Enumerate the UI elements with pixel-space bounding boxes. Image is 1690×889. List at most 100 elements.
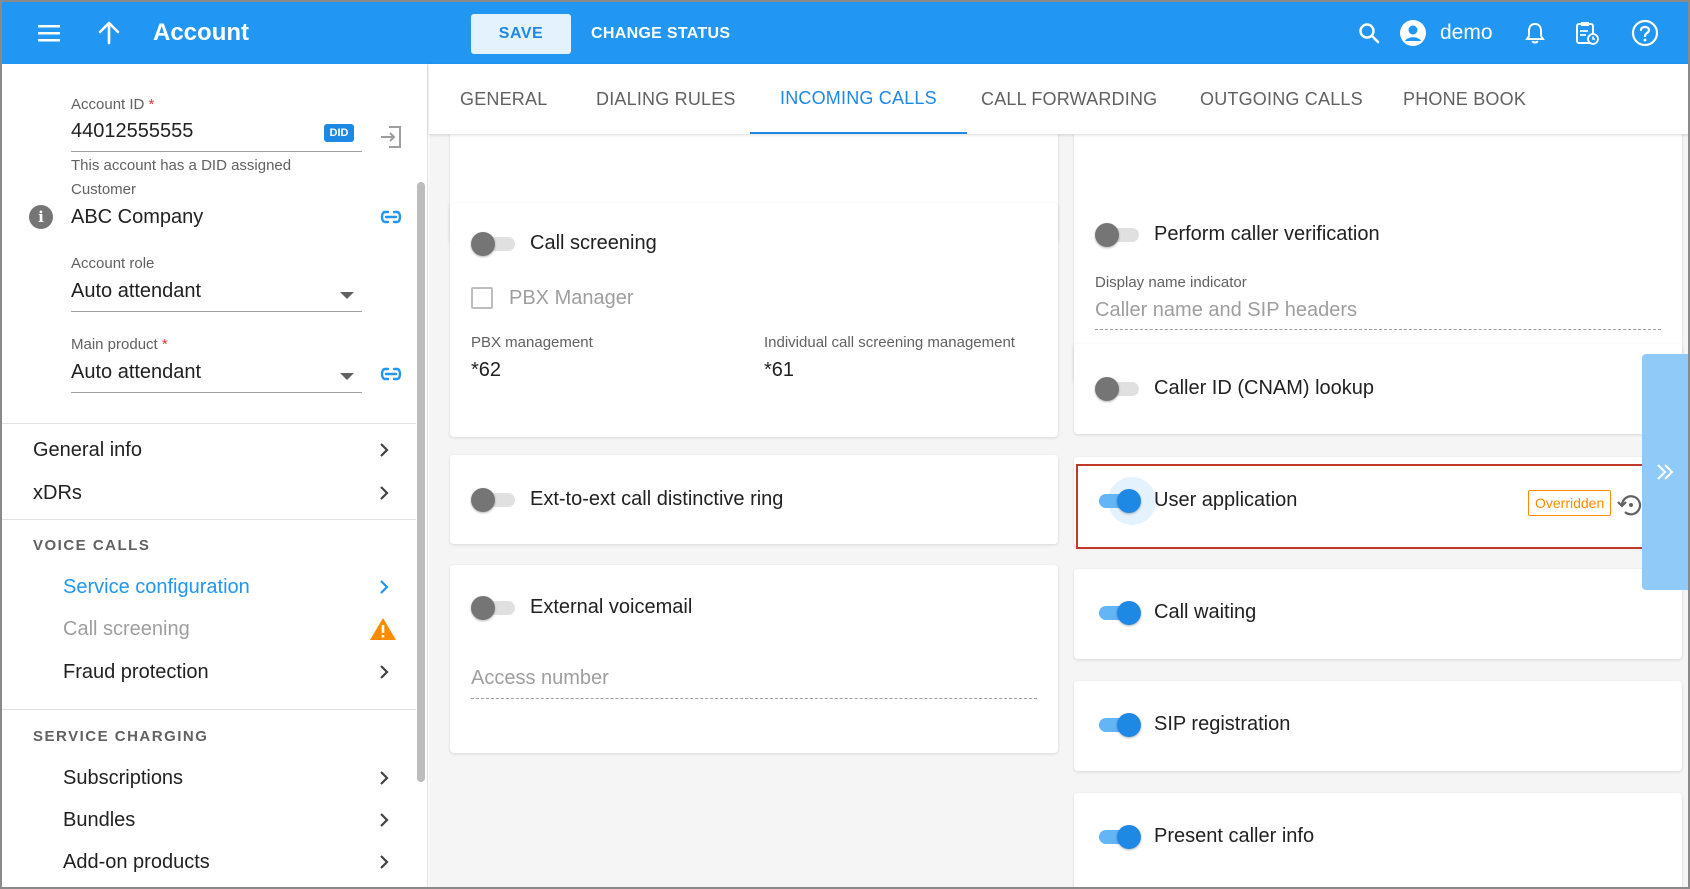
main-product-dropdown-icon[interactable]: [340, 368, 354, 380]
pbx-management-label: PBX management: [471, 334, 593, 351]
bell-icon[interactable]: [1520, 18, 1550, 48]
tab-dialing-rules[interactable]: DIALING RULES: [596, 64, 736, 134]
sidebar-item-label: General info: [33, 438, 142, 461]
main-product-label: Main product *: [71, 336, 168, 353]
chevron-right-icon: [380, 486, 389, 500]
chevron-right-icon: [380, 813, 389, 827]
main-product-link-icon[interactable]: [378, 364, 404, 384]
warning-icon: [370, 618, 396, 640]
double-chevron-right-icon: [1657, 464, 1674, 480]
individual-screening-label: Individual call screening management: [764, 334, 1015, 351]
display-name-indicator-underline: [1095, 329, 1661, 330]
account-id-hint: This account has a DID assigned: [71, 157, 292, 174]
call-waiting-card: Call waiting: [1074, 569, 1682, 659]
sidebar-divider: [2, 519, 416, 520]
sidebar-item-label: Fraud protection: [63, 660, 209, 683]
distinctive-ring-toggle[interactable]: [471, 488, 517, 512]
pbx-manager-label: PBX Manager: [509, 287, 634, 309]
sip-registration-title: SIP registration: [1154, 713, 1291, 735]
login-icon[interactable]: [378, 124, 404, 150]
cnam-lookup-toggle[interactable]: [1095, 377, 1141, 401]
pbx-management-value: *62: [471, 359, 502, 381]
top-app-bar: Account SAVE CHANGE STATUS demo: [2, 2, 1688, 64]
chevron-right-icon: [380, 771, 389, 785]
account-role-select[interactable]: Auto attendant: [71, 280, 201, 303]
page-title: Account: [153, 19, 249, 46]
individual-screening-value: *61: [764, 359, 795, 381]
distinctive-ring-card: Ext-to-ext call distinctive ring: [450, 455, 1058, 544]
chevron-right-icon: [380, 665, 389, 679]
search-icon[interactable]: [1354, 18, 1384, 48]
main-product-underline: [71, 392, 362, 393]
user-name[interactable]: demo: [1440, 20, 1493, 46]
sidebar-divider: [2, 423, 416, 424]
sidebar-item-label: Subscriptions: [63, 766, 184, 789]
external-voicemail-toggle[interactable]: [471, 596, 517, 620]
user-avatar-icon[interactable]: [1398, 18, 1428, 48]
customer-link-icon[interactable]: [378, 207, 404, 227]
external-voicemail-title: External voicemail: [530, 596, 693, 618]
account-role-dropdown-icon[interactable]: [340, 287, 354, 299]
sidebar-item-bundles[interactable]: Bundles: [2, 800, 416, 840]
sip-registration-card: SIP registration: [1074, 681, 1682, 771]
cnam-lookup-card: Caller ID (CNAM) lookup: [1074, 344, 1682, 434]
tab-call-forwarding[interactable]: CALL FORWARDING: [981, 64, 1157, 134]
menu-icon[interactable]: [34, 18, 64, 48]
display-name-indicator-label: Display name indicator: [1095, 274, 1247, 291]
distinctive-ring-title: Ext-to-ext call distinctive ring: [530, 488, 784, 510]
sidebar-item-label: xDRs: [33, 481, 82, 504]
change-status-button[interactable]: CHANGE STATUS: [591, 14, 730, 54]
sidebar-divider: [2, 709, 416, 710]
account-id-label: Account ID *: [71, 96, 155, 113]
tab-outgoing-calls[interactable]: OUTGOING CALLS: [1200, 64, 1363, 134]
info-icon[interactable]: i: [29, 205, 53, 229]
main-content: GENERAL DIALING RULES INCOMING CALLS CAL…: [429, 64, 1688, 887]
did-badge: DID: [324, 124, 354, 142]
account-role-underline: [71, 311, 362, 312]
call-screening-card: Call screening PBX Manager PBX managemen…: [450, 203, 1058, 437]
account-id-underline: [71, 151, 362, 152]
sidebar-item-service-configuration[interactable]: Service configuration: [2, 567, 416, 607]
tab-phone-book[interactable]: PHONE BOOK: [1403, 64, 1526, 134]
access-number-input[interactable]: Access number: [471, 667, 609, 690]
voice-calls-header: VOICE CALLS: [33, 537, 151, 554]
help-icon[interactable]: [1630, 18, 1660, 48]
account-role-label: Account role: [71, 255, 155, 272]
present-caller-info-toggle[interactable]: [1095, 825, 1141, 849]
pbx-manager-checkbox[interactable]: [471, 287, 493, 309]
sidebar-item-xdrs[interactable]: xDRs: [2, 473, 416, 513]
sidebar-item-label: Add-on products: [63, 850, 210, 873]
call-waiting-toggle[interactable]: [1095, 601, 1141, 625]
sidebar-item-fraud-protection[interactable]: Fraud protection: [2, 652, 416, 692]
cnam-lookup-title: Caller ID (CNAM) lookup: [1154, 377, 1375, 399]
chevron-right-icon: [380, 580, 389, 594]
call-screening-toggle[interactable]: [471, 232, 517, 256]
sip-registration-toggle[interactable]: [1095, 713, 1141, 737]
arrow-up-icon[interactable]: [94, 18, 124, 48]
tab-general[interactable]: GENERAL: [460, 64, 547, 134]
sidebar-item-call-screening[interactable]: Call screening: [2, 609, 416, 649]
save-button[interactable]: SAVE: [471, 14, 571, 54]
customer-value: ABC Company: [71, 206, 204, 228]
app-window: Account SAVE CHANGE STATUS demo Account …: [0, 0, 1690, 889]
customer-label: Customer: [71, 181, 137, 198]
present-caller-info-title: Present caller info: [1154, 825, 1315, 847]
caller-verification-title: Perform caller verification: [1154, 223, 1380, 245]
sidebar-item-label: Call screening: [63, 617, 190, 640]
tab-incoming-calls[interactable]: INCOMING CALLS: [750, 64, 967, 134]
side-panel-expand-tab[interactable]: [1642, 354, 1688, 590]
external-voicemail-card: External voicemail Access number: [450, 565, 1058, 753]
account-id-value[interactable]: 44012555555: [71, 120, 193, 143]
sidebar-scrollbar[interactable]: [417, 182, 425, 782]
service-charging-header: SERVICE CHARGING: [33, 728, 209, 745]
tasks-clipboard-icon[interactable]: [1572, 18, 1602, 48]
display-name-indicator-select[interactable]: Caller name and SIP headers: [1095, 299, 1357, 322]
main-product-select[interactable]: Auto attendant: [71, 361, 201, 384]
call-screening-title: Call screening: [530, 232, 657, 254]
sidebar-item-general-info[interactable]: General info: [2, 430, 416, 470]
present-caller-info-card: Present caller info: [1074, 793, 1682, 887]
caller-verification-toggle[interactable]: [1095, 223, 1141, 247]
chevron-right-icon: [380, 855, 389, 869]
sidebar-item-add-on-products[interactable]: Add-on products: [2, 842, 416, 882]
sidebar-item-subscriptions[interactable]: Subscriptions: [2, 758, 416, 798]
